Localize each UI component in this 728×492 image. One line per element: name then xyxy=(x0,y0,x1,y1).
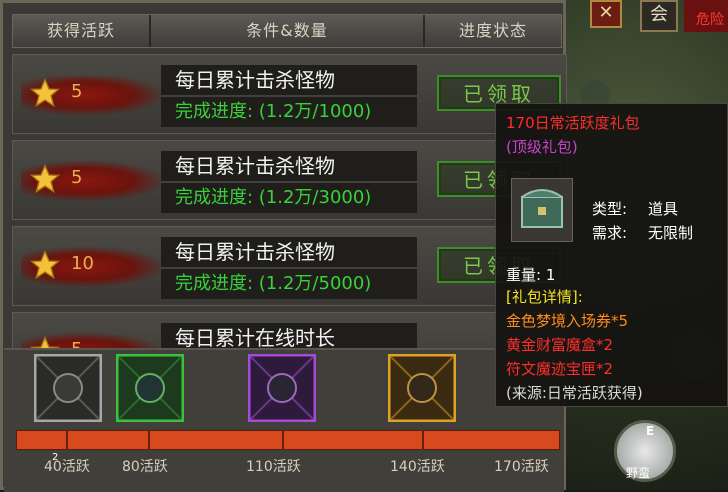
task-name: 每日累计击杀怪物 xyxy=(161,151,417,181)
task-progress: 完成进度: (1.2万/3000) xyxy=(161,183,417,213)
tooltip-type-label: 类型: xyxy=(592,200,628,218)
milestone-label: 80活跃 xyxy=(122,459,168,475)
tooltip-details-header: [礼包详情]: xyxy=(506,288,583,306)
tooltip-source: (来源:日常活跃获得) xyxy=(506,384,643,402)
milestone-label: 140活跃 xyxy=(390,459,445,475)
item-tooltip: 170日常活跃度礼包 (顶级礼包) 类型: 道具 需求: 无限制 重量: 1 [… xyxy=(495,103,728,407)
tooltip-item: 黄金财富魔盒*2 xyxy=(506,336,614,354)
tooltip-subtitle: (顶级礼包) xyxy=(506,138,578,156)
reward-chest-40[interactable] xyxy=(34,354,102,422)
star-icon xyxy=(29,77,61,108)
tooltip-item: 符文魔迹宝匣*2 xyxy=(506,360,614,378)
gift-chest-icon xyxy=(511,178,573,242)
points-value: 10 xyxy=(71,253,94,274)
tooltip-weight: 重量: 1 xyxy=(506,266,556,284)
task-row: 5 每日累计击杀怪物 完成进度: (1.2万/1000) 已领取 xyxy=(12,54,567,134)
progress-tick xyxy=(66,430,68,450)
header-points: 获得活跃 xyxy=(46,21,115,40)
task-row: 5 每日累计击杀怪物 完成进度: (1.2万/3000) 已领取 xyxy=(12,140,567,220)
tooltip-req-label: 需求: xyxy=(592,224,628,242)
task-name: 每日累计击杀怪物 xyxy=(161,65,417,95)
skill-label: 野蛮 xyxy=(626,466,651,480)
reward-chest-80[interactable] xyxy=(116,354,184,422)
tooltip-title: 170日常活跃度礼包 xyxy=(506,114,640,132)
star-icon xyxy=(29,163,61,194)
milestone-label: 110活跃 xyxy=(246,459,301,475)
close-button[interactable]: ✕ xyxy=(590,0,622,28)
milestone-label: 170活跃 xyxy=(494,459,549,475)
progress-tick xyxy=(422,430,424,450)
tooltip-type-value: 道具 xyxy=(648,200,679,218)
table-header: 获得活跃 条件&数量 进度状态 xyxy=(12,14,562,48)
reward-chest-110[interactable] xyxy=(248,354,316,422)
milestone-text: 40活跃 xyxy=(44,459,90,475)
skill-hotkey: E xyxy=(646,424,655,438)
activity-progress-bar xyxy=(16,430,560,450)
tooltip-req-value: 无限制 xyxy=(648,224,694,242)
milestone-label: 2 40活跃 xyxy=(44,452,90,476)
star-icon xyxy=(29,249,61,280)
progress-tick xyxy=(148,430,150,450)
danger-indicator: 危险 xyxy=(684,0,728,32)
header-status: 进度状态 xyxy=(458,21,527,40)
task-row: 10 每日累计击杀怪物 完成进度: (1.2万/5000) 已领取 xyxy=(12,226,567,306)
points-value: 5 xyxy=(71,167,83,188)
milestone-badge: 2 xyxy=(52,452,59,463)
chest-icon xyxy=(116,354,184,422)
progress-tick xyxy=(282,430,284,450)
chest-icon xyxy=(34,354,102,422)
tooltip-item: 金色梦境入场券*5 xyxy=(506,312,629,330)
points-value: 5 xyxy=(71,81,83,102)
chest-icon xyxy=(248,354,316,422)
header-condition: 条件&数量 xyxy=(246,21,328,40)
reward-chest-140[interactable] xyxy=(388,354,456,422)
chest-icon xyxy=(388,354,456,422)
task-progress: 完成进度: (1.2万/1000) xyxy=(161,97,417,127)
guild-button[interactable]: 会 xyxy=(640,0,678,32)
task-progress: 完成进度: (1.2万/5000) xyxy=(161,269,417,299)
task-name: 每日累计击杀怪物 xyxy=(161,237,417,267)
